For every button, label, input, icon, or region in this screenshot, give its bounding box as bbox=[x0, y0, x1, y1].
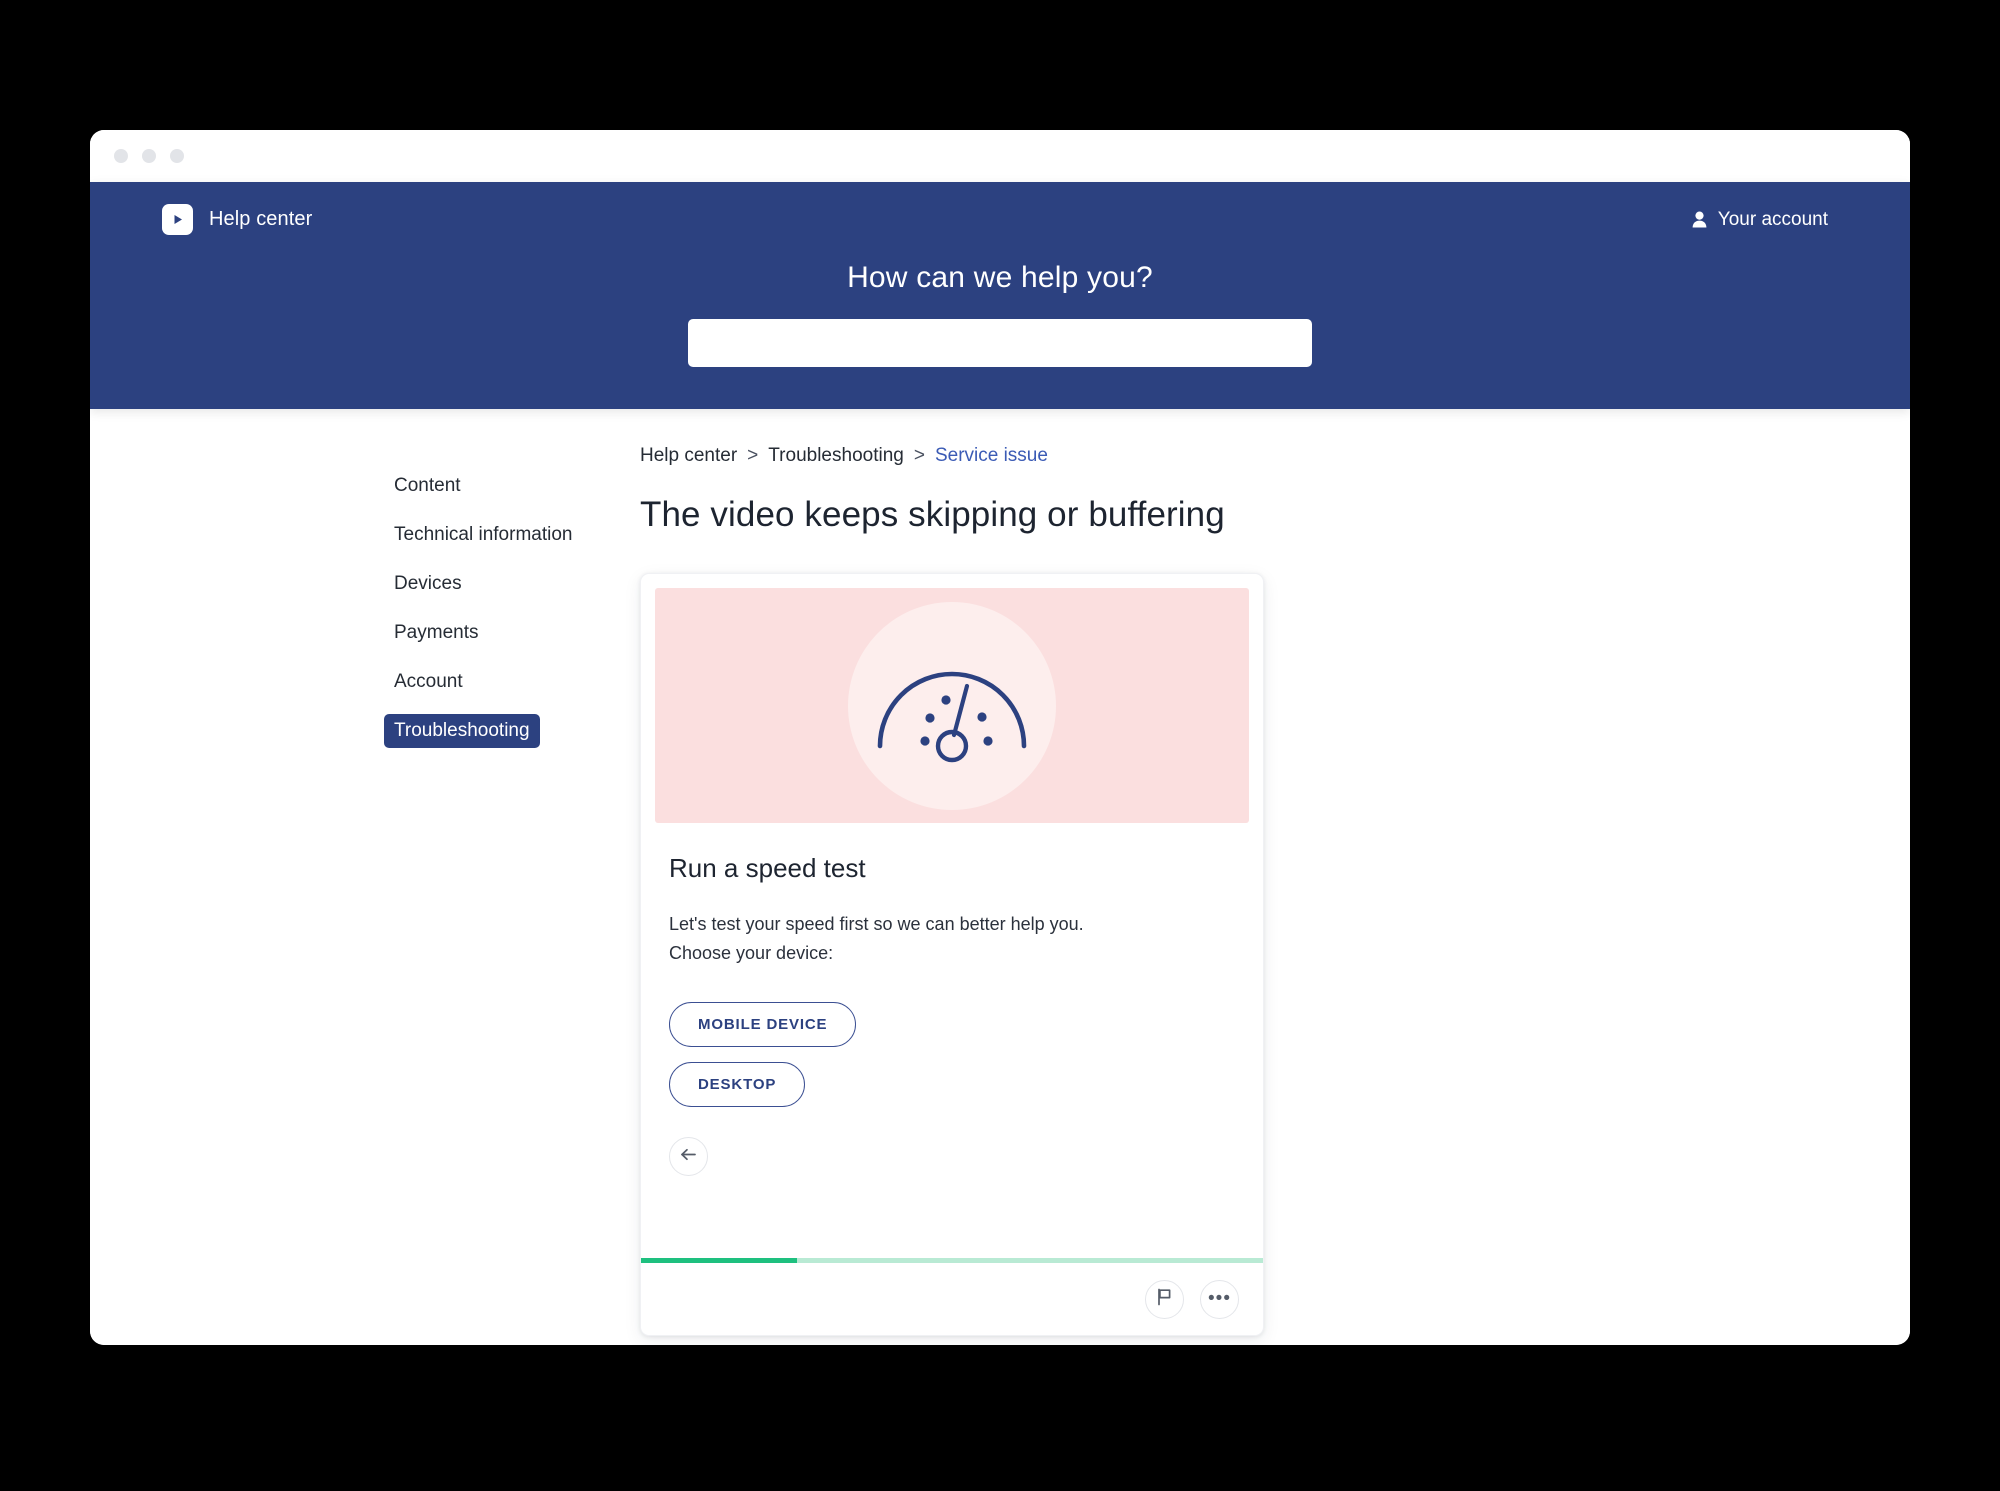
back-button[interactable] bbox=[669, 1137, 708, 1177]
breadcrumb: Help center > Troubleshooting > Service … bbox=[640, 445, 1910, 467]
account-label: Your account bbox=[1717, 208, 1828, 230]
card-footer: ••• bbox=[641, 1263, 1263, 1335]
card-spacer bbox=[669, 1176, 1235, 1258]
card-description-line-2: Choose your device: bbox=[669, 943, 834, 964]
search-heading: How can we help you? bbox=[847, 261, 1153, 294]
brand-name: Help center bbox=[209, 208, 313, 230]
account-menu[interactable]: Your account bbox=[1692, 209, 1870, 231]
mobile-device-button[interactable]: MOBILE DEVICE bbox=[669, 1002, 857, 1048]
window-minimize-dot[interactable] bbox=[142, 149, 156, 163]
card-inner bbox=[641, 574, 1263, 823]
browser-titlebar bbox=[90, 130, 1910, 182]
brand-logo-link[interactable]: Help center bbox=[162, 204, 312, 235]
breadcrumb-item-troubleshooting[interactable]: Troubleshooting bbox=[768, 445, 904, 467]
browser-window: Help center Your account How can we help… bbox=[90, 130, 1910, 1345]
card-description-line-1: Let's test your speed first so we can be… bbox=[669, 914, 1084, 934]
speedometer-icon bbox=[872, 641, 1032, 771]
breadcrumb-separator: > bbox=[747, 445, 759, 466]
header-top-row: Help center Your account bbox=[90, 182, 1910, 235]
category-sidebar: Content Technical information Devices Pa… bbox=[90, 445, 572, 1345]
person-icon bbox=[1692, 211, 1707, 228]
answer-card: Run a speed test Let's test your speed f… bbox=[640, 573, 1264, 1337]
card-body: Run a speed test Let's test your speed f… bbox=[641, 823, 1263, 1258]
card-hero-image bbox=[655, 588, 1249, 823]
breadcrumb-separator: > bbox=[913, 445, 925, 466]
site-header: Help center Your account How can we help… bbox=[90, 182, 1910, 409]
card-description: Let's test your speed first so we can be… bbox=[669, 910, 1235, 968]
play-icon bbox=[162, 204, 193, 235]
search-input[interactable] bbox=[688, 319, 1312, 367]
window-close-dot[interactable] bbox=[114, 149, 128, 163]
page-content: Content Technical information Devices Pa… bbox=[90, 409, 1910, 1345]
arrow-left-icon bbox=[680, 1148, 697, 1166]
more-options-button[interactable]: ••• bbox=[1200, 1279, 1239, 1319]
search-zone: How can we help you? bbox=[90, 261, 1910, 367]
breadcrumb-item-service-issue[interactable]: Service issue bbox=[935, 445, 1048, 467]
card-heading: Run a speed test bbox=[669, 853, 866, 883]
flag-button[interactable] bbox=[1145, 1279, 1184, 1319]
device-choices: MOBILE DEVICE DESKTOP bbox=[669, 1002, 1235, 1108]
flag-icon bbox=[1156, 1288, 1173, 1311]
breadcrumb-item-help-center[interactable]: Help center bbox=[640, 445, 737, 467]
page-title: The video keeps skipping or buffering bbox=[640, 495, 1225, 534]
desktop-button[interactable]: DESKTOP bbox=[669, 1062, 806, 1108]
main-column: Help center > Troubleshooting > Service … bbox=[394, 445, 1910, 1345]
more-options-icon: ••• bbox=[1208, 1288, 1231, 1310]
window-maximize-dot[interactable] bbox=[170, 149, 184, 163]
